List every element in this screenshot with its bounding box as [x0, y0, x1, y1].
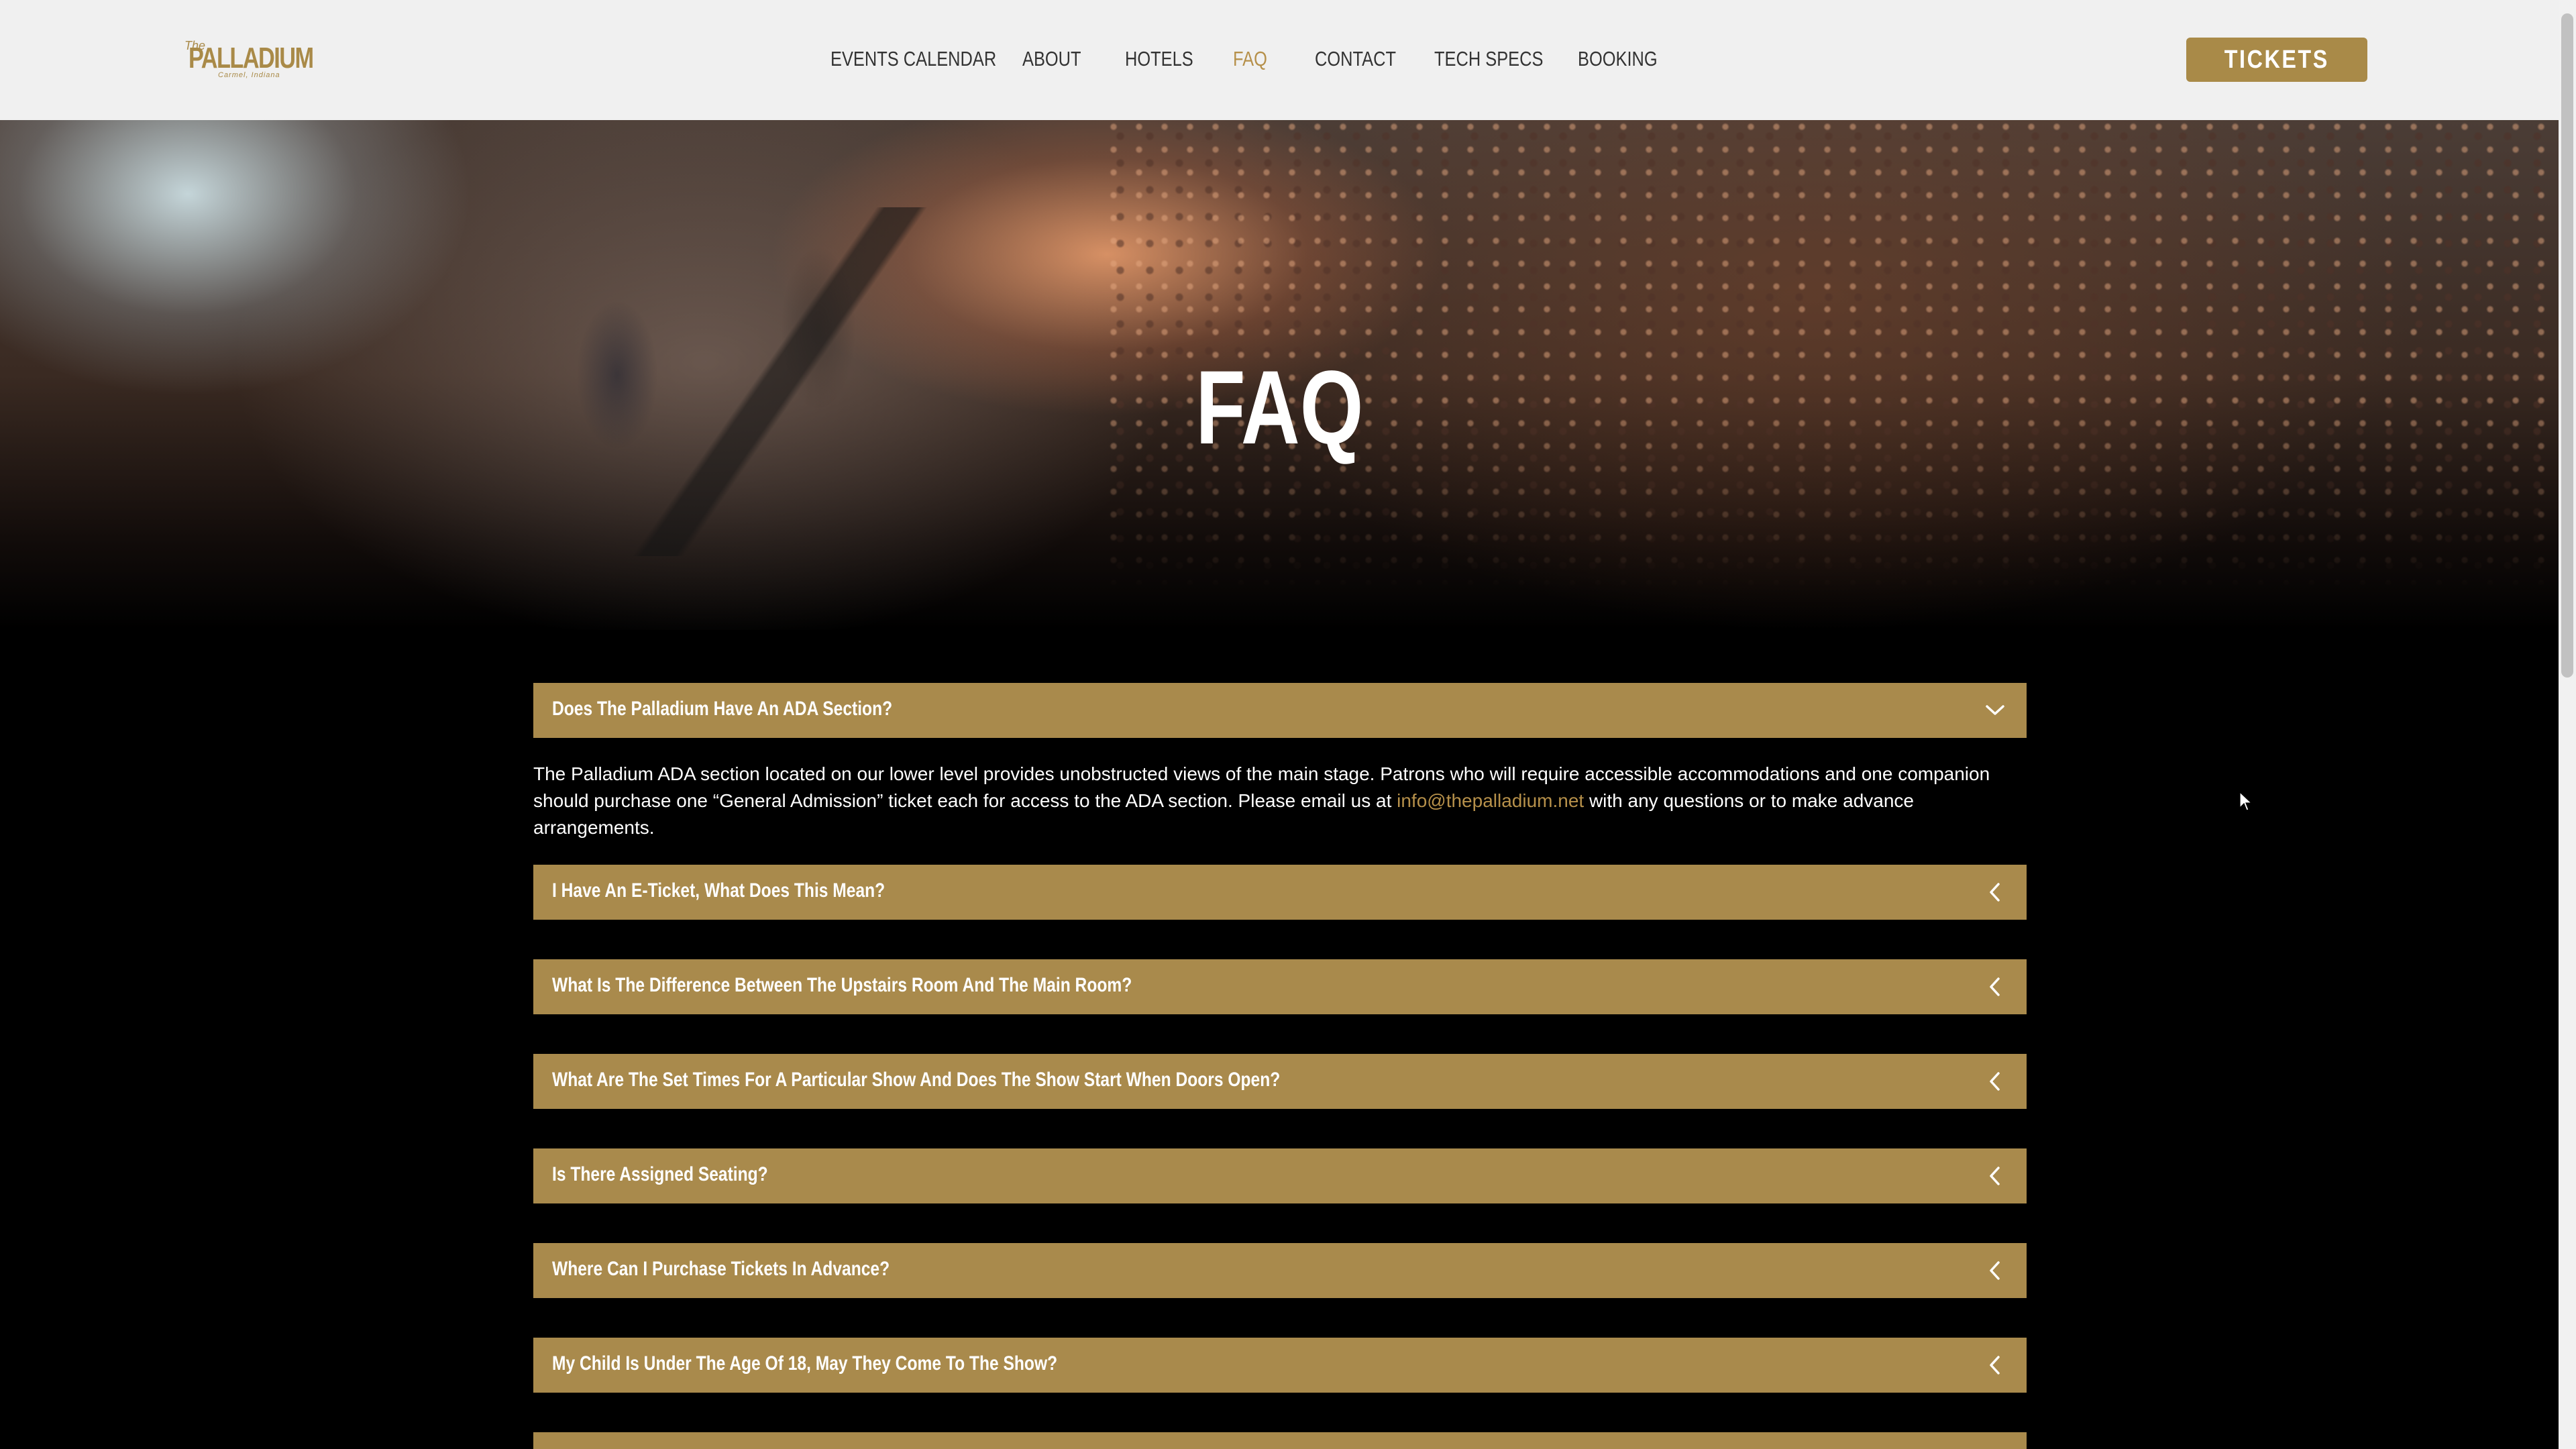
logo-name: PALLADIUM [189, 42, 314, 74]
faq-question: Is There Assigned Seating? [552, 1163, 768, 1185]
faq-item: I Have An E-Ticket, What Does This Mean? [533, 865, 2027, 920]
faq-item: What Are The Set Times For A Particular … [533, 1054, 2027, 1109]
nav-tech-specs[interactable]: TECH SPECS [1434, 47, 1543, 71]
tickets-button-label: TICKETS [2224, 46, 2330, 74]
scrollbar-thumb[interactable] [2561, 13, 2573, 678]
email-link[interactable]: info@thepalladium.net [1397, 790, 1584, 811]
nav-events-calendar[interactable]: EVENTS CALENDAR [830, 47, 996, 71]
chevron-left-icon[interactable] [1984, 1070, 2006, 1093]
page-scrollbar[interactable] [2559, 0, 2576, 1449]
nav-hotels[interactable]: HOTELS [1125, 47, 1193, 71]
faq-question: What Are The Set Times For A Particular … [552, 1069, 1281, 1091]
faq-item-partial [533, 1432, 2027, 1449]
faq-question-header[interactable]: Where Can I Purchase Tickets In Advance? [533, 1243, 2027, 1298]
faq-question: Where Can I Purchase Tickets In Advance? [552, 1258, 890, 1280]
site-header: The PALLADIUM Carmel, Indiana EVENTS CAL… [0, 0, 2559, 120]
hero-banner: FAQ [0, 120, 2559, 630]
faq-question-header[interactable]: I Have An E-Ticket, What Does This Mean? [533, 865, 2027, 920]
faq-question: My Child Is Under The Age Of 18, May The… [552, 1352, 1058, 1375]
faq-question-header[interactable]: Is There Assigned Seating? [533, 1148, 2027, 1203]
faq-question-header[interactable]: Does The Palladium Have An ADA Section? [533, 683, 2027, 738]
chevron-left-icon[interactable] [1984, 1165, 2006, 1187]
faq-question: Does The Palladium Have An ADA Section? [552, 698, 893, 720]
nav-about[interactable]: ABOUT [1022, 47, 1081, 71]
tickets-button[interactable]: TICKETS [2186, 38, 2367, 82]
chevron-left-icon[interactable] [1984, 881, 2006, 904]
faq-question: I Have An E-Ticket, What Does This Mean? [552, 879, 885, 902]
faq-question: What Is The Difference Between The Upsta… [552, 974, 1132, 996]
nav-contact[interactable]: CONTACT [1315, 47, 1396, 71]
faq-item: What Is The Difference Between The Upsta… [533, 959, 2027, 1014]
chevron-left-icon[interactable] [1984, 975, 2006, 998]
page-title: FAQ [0, 348, 2559, 468]
page-title-text: FAQ [1195, 350, 1364, 466]
faq-question-header[interactable]: What Is The Difference Between The Upsta… [533, 959, 2027, 1014]
faq-question-header[interactable] [533, 1432, 2027, 1449]
faq-item: Does The Palladium Have An ADA Section? … [533, 683, 2027, 841]
chevron-down-icon[interactable] [1984, 699, 2006, 722]
faq-item: Is There Assigned Seating? [533, 1148, 2027, 1203]
chevron-left-icon[interactable] [1984, 1259, 2006, 1282]
palladium-logo[interactable]: The PALLADIUM Carmel, Indiana [184, 36, 314, 80]
faq-question-header[interactable]: What Are The Set Times For A Particular … [533, 1054, 2027, 1109]
nav-faq[interactable]: FAQ [1233, 47, 1267, 71]
faq-item: My Child Is Under The Age Of 18, May The… [533, 1338, 2027, 1393]
faq-answer: The Palladium ADA section located on our… [533, 761, 2027, 841]
nav-booking[interactable]: BOOKING [1578, 47, 1658, 71]
chevron-left-icon[interactable] [1984, 1354, 2006, 1377]
faq-question-header[interactable]: My Child Is Under The Age Of 18, May The… [533, 1338, 2027, 1393]
faq-item: Where Can I Purchase Tickets In Advance? [533, 1243, 2027, 1298]
mouse-cursor-icon [2239, 792, 2253, 811]
logo-subtitle: Carmel, Indiana [218, 71, 280, 79]
